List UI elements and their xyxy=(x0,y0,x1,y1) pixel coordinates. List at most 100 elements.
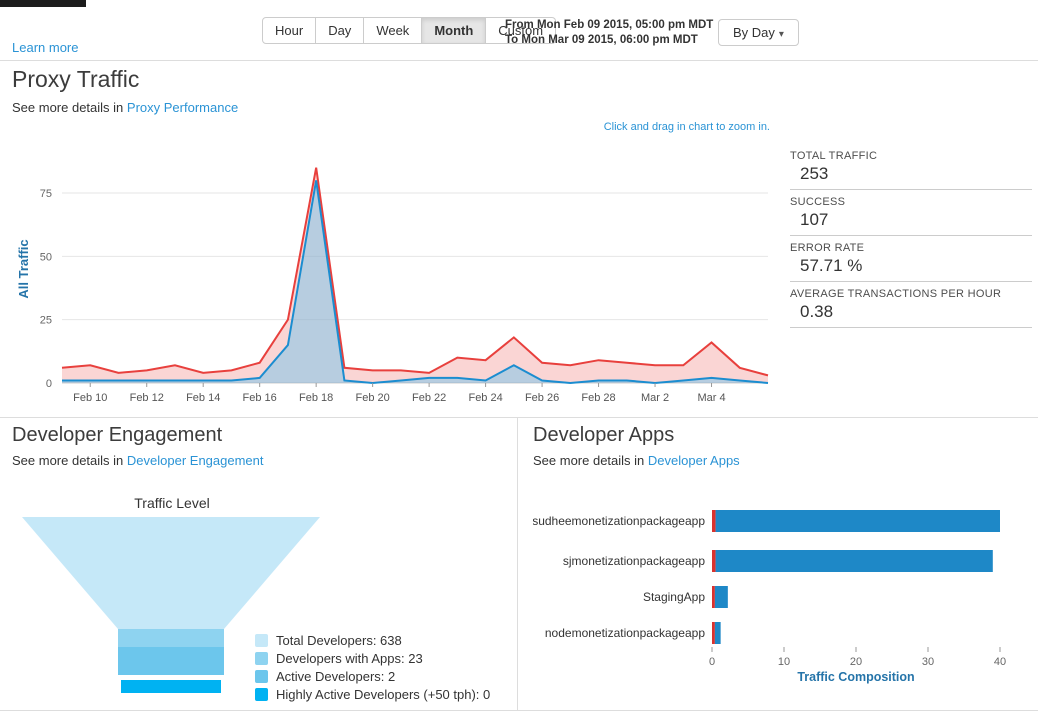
bar-success-segment xyxy=(716,550,993,572)
funnel-segment-2 xyxy=(118,647,224,675)
series-line-success xyxy=(62,180,768,383)
legend-swatch-icon xyxy=(255,634,268,647)
x-tick-label: Feb 22 xyxy=(412,392,446,404)
learn-more-link[interactable]: Learn more xyxy=(12,40,78,55)
series-line-all-traffic xyxy=(62,168,768,376)
legend-label: Active Developers: 2 xyxy=(276,669,395,684)
funnel-legend-item: Total Developers: 638 xyxy=(255,631,490,649)
range-button-day[interactable]: Day xyxy=(316,17,364,44)
apps-see-more: See more details in Developer Apps xyxy=(533,453,740,468)
see-more-text: See more details in xyxy=(12,100,123,115)
x-tick-label: Feb 16 xyxy=(243,392,277,404)
range-button-hour[interactable]: Hour xyxy=(262,17,316,44)
divider-vertical xyxy=(517,417,518,710)
date-to: To Mon Mar 09 2015, 06:00 pm MDT xyxy=(505,33,713,48)
y-tick-label: 75 xyxy=(40,188,52,200)
stat-total-traffic: TOTAL TRAFFIC253 xyxy=(790,150,1032,190)
top-left-dark-strip xyxy=(0,0,86,7)
see-more-text: See more details in xyxy=(533,453,644,468)
stat-value: 0.38 xyxy=(790,300,1032,328)
stat-label: SUCCESS xyxy=(790,196,1032,208)
divider-middle xyxy=(0,417,1038,418)
y-tick-label: 0 xyxy=(46,378,52,390)
series-area-success xyxy=(62,180,768,383)
divider-top xyxy=(0,60,1038,61)
stat-value: 253 xyxy=(790,162,1032,190)
funnel-segment-0 xyxy=(22,517,320,629)
legend-swatch-icon xyxy=(255,670,268,683)
x-tick-label: Mar 2 xyxy=(641,392,669,404)
bar-success-segment xyxy=(716,510,1000,532)
bar-error-segment xyxy=(712,510,716,532)
stat-label: TOTAL TRAFFIC xyxy=(790,150,1032,162)
proxy-see-more: See more details in Proxy Performance xyxy=(12,100,238,115)
proxy-traffic-title: Proxy Traffic xyxy=(12,66,139,93)
stat-value: 57.71 % xyxy=(790,254,1032,282)
engagement-see-more: See more details in Developer Engagement xyxy=(12,453,264,468)
bar-error-segment xyxy=(712,622,715,644)
bar-label: sjmonetizationpackageapp xyxy=(563,554,705,568)
x-tick-label: Mar 4 xyxy=(697,392,725,404)
funnel-legend-item: Developers with Apps: 23 xyxy=(255,649,490,667)
developer-apps-bar-chart: sudheemonetizationpackageapp sjmonetizati… xyxy=(533,495,1033,695)
see-more-text: See more details in xyxy=(12,453,123,468)
series-area-all-traffic xyxy=(62,168,768,383)
stat-value: 107 xyxy=(790,208,1032,236)
x-tick-label: Feb 20 xyxy=(356,392,390,404)
range-button-month[interactable]: Month xyxy=(422,17,486,44)
range-button-week[interactable]: Week xyxy=(364,17,422,44)
bar-error-segment xyxy=(712,550,716,572)
x-tick-label: Feb 18 xyxy=(299,392,333,404)
legend-label: Highly Active Developers (+50 tph): 0 xyxy=(276,687,490,702)
caret-down-icon: ▾ xyxy=(779,29,784,40)
funnel-legend-item: Highly Active Developers (+50 tph): 0 xyxy=(255,685,490,703)
x-tick-label: 10 xyxy=(778,656,790,668)
developer-apps-title: Developer Apps xyxy=(533,424,674,447)
x-tick-label: Feb 28 xyxy=(581,392,615,404)
y-tick-label: 25 xyxy=(40,315,52,327)
bar-success-segment xyxy=(715,622,721,644)
funnel-segment-1 xyxy=(118,629,224,647)
bar-label: nodemonetizationpackageapp xyxy=(545,626,705,640)
legend-swatch-icon xyxy=(255,652,268,665)
bar-label: sudheemonetizationpackageapp xyxy=(533,514,705,528)
x-tick-label: Feb 24 xyxy=(468,392,502,404)
proxy-performance-link[interactable]: Proxy Performance xyxy=(127,100,238,115)
x-tick-label: Feb 12 xyxy=(130,392,164,404)
stat-error-rate: ERROR RATE57.71 % xyxy=(790,242,1032,282)
divider-bottom xyxy=(0,710,1038,711)
stat-success: SUCCESS107 xyxy=(790,196,1032,236)
funnel-title: Traffic Level xyxy=(22,495,322,511)
stat-label: AVERAGE TRANSACTIONS PER HOUR xyxy=(790,288,1032,300)
bar-success-segment xyxy=(715,586,728,608)
x-tick-label: 30 xyxy=(922,656,934,668)
date-range-text: From Mon Feb 09 2015, 05:00 pm MDT To Mo… xyxy=(505,18,713,48)
developer-apps-link[interactable]: Developer Apps xyxy=(648,453,740,468)
developer-engagement-title: Developer Engagement xyxy=(12,424,222,447)
zoom-hint: Click and drag in chart to zoom in. xyxy=(520,121,770,133)
funnel-legend-item: Active Developers: 2 xyxy=(255,667,490,685)
proxy-traffic-chart[interactable]: 0 25 50 75 Feb 10 Feb 12 Feb 14 Feb 16 Feb 18 Feb… xyxy=(0,135,785,413)
bar-label: StagingApp xyxy=(643,590,705,604)
funnel-legend: Total Developers: 638 Developers with App… xyxy=(255,631,490,703)
bar-error-segment xyxy=(712,586,715,608)
legend-label: Total Developers: 638 xyxy=(276,633,402,648)
x-tick-label: Feb 10 xyxy=(73,392,107,404)
granularity-label: By Day xyxy=(733,25,775,40)
x-tick-label: 20 xyxy=(850,656,862,668)
funnel-segment-3 xyxy=(121,680,221,693)
x-tick-label: 40 xyxy=(994,656,1006,668)
developer-engagement-link[interactable]: Developer Engagement xyxy=(127,453,264,468)
legend-swatch-icon xyxy=(255,688,268,701)
legend-label: Developers with Apps: 23 xyxy=(276,651,423,666)
x-tick-label: Feb 26 xyxy=(525,392,559,404)
x-axis-label: Traffic Composition xyxy=(797,670,914,684)
x-tick-label: Feb 14 xyxy=(186,392,220,404)
y-tick-label: 50 xyxy=(40,251,52,263)
stat-average-transactions-per-hour: AVERAGE TRANSACTIONS PER HOUR0.38 xyxy=(790,288,1032,328)
stat-label: ERROR RATE xyxy=(790,242,1032,254)
x-tick-label: 0 xyxy=(709,656,715,668)
granularity-dropdown[interactable]: By Day ▾ xyxy=(718,19,799,46)
y-axis-label: All Traffic xyxy=(16,239,31,298)
traffic-stats-panel: TOTAL TRAFFIC253 SUCCESS107 ERROR RATE57.7… xyxy=(790,150,1032,334)
